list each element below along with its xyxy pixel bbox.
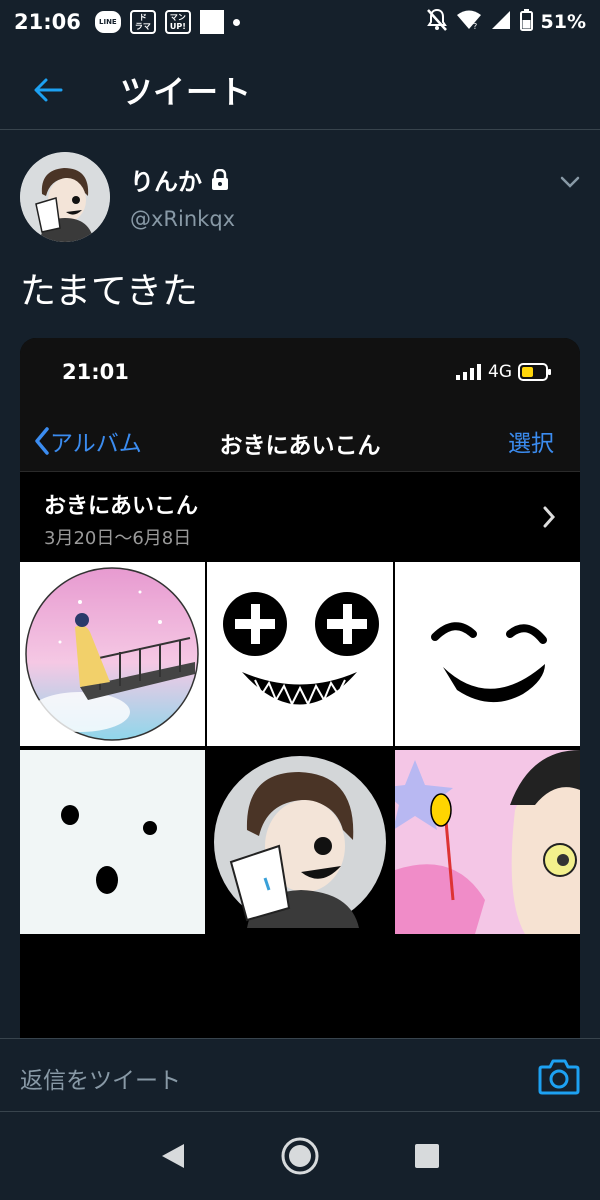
square-recents-icon [414, 1144, 439, 1168]
embedded-time: 21:01 [62, 360, 129, 384]
album-thumbnail-grid [20, 562, 580, 934]
tweet-author: りんか @xRinkqx [20, 152, 590, 242]
reply-input[interactable]: 返信をツイート [20, 1061, 181, 1095]
manga-app-icon: マン UP! [164, 10, 191, 34]
embedded-album-header: おきにあいこん 3月20日〜6月8日 [20, 472, 580, 562]
nav-home-button[interactable] [275, 1131, 325, 1181]
embedded-nav-bar: アルバム おきにあいこん 選択 [20, 408, 580, 472]
thumbnail-smile-face [395, 562, 580, 746]
album-name: おきにあいこん [44, 494, 199, 519]
arrow-left-icon [34, 78, 63, 101]
bell-off-icon [426, 8, 448, 36]
white-square-icon [199, 10, 224, 34]
chevron-right-icon [543, 506, 556, 528]
signal-icon [490, 9, 512, 35]
wifi-icon: ? [456, 9, 482, 35]
line-app-icon: LINE [94, 11, 121, 33]
nav-recents-button[interactable] [402, 1131, 452, 1181]
android-nav-bar [0, 1112, 600, 1200]
page-title: ツイート [120, 72, 253, 111]
tweet-media-image[interactable]: 21:01 4G アルバム おきにあいこん 選択 おきにあいこん 3月20日〜6… [20, 338, 580, 1038]
triangle-back-icon [162, 1144, 185, 1168]
lock-icon [212, 168, 228, 190]
thumbnail-masked-boy [207, 750, 393, 934]
nav-back-button[interactable] [148, 1131, 198, 1181]
embedded-select-button: 選択 [508, 431, 554, 457]
camera-button[interactable] [538, 1057, 580, 1095]
network-type: 4G [488, 362, 512, 382]
thumbnail-pink-sky-girl [20, 562, 205, 746]
author-handle[interactable]: @xRinkqx [130, 207, 235, 231]
embedded-status-bar: 21:01 4G [20, 338, 580, 408]
reply-bar: 返信をツイート [0, 1038, 600, 1112]
embedded-title: おきにあいこん [219, 433, 381, 459]
home-circle-icon [281, 1137, 319, 1175]
low-battery-icon [518, 363, 551, 381]
thumbnail-dot-face [20, 750, 205, 934]
cell-signal-icon [456, 364, 481, 380]
svg-text:?: ? [473, 22, 477, 31]
status-bar: 21:06 LINE ド ラマ マン UP! ? 51% [0, 0, 600, 44]
notification-icons: LINE ド ラマ マン UP! [94, 10, 240, 34]
status-time: 21:06 [14, 10, 81, 34]
more-notifications-dot-icon [232, 18, 240, 26]
battery-percent: 51% [540, 11, 586, 33]
tweet-options-button[interactable] [550, 162, 590, 202]
avatar[interactable] [20, 152, 110, 242]
author-name[interactable]: りんか [130, 162, 202, 197]
album-dates: 3月20日〜6月8日 [44, 528, 192, 549]
top-app-bar: ツイート [0, 50, 600, 130]
chevron-down-icon [560, 176, 580, 188]
tweet-text: たまてきた [20, 271, 198, 312]
camera-icon [538, 1059, 580, 1095]
battery-icon [519, 9, 533, 35]
drama-app-icon: ド ラマ [129, 10, 156, 34]
back-button[interactable] [18, 60, 78, 120]
thumbnail-cross-eyes-grin [207, 562, 393, 746]
thumbnail-pink-star-boy [395, 750, 580, 934]
